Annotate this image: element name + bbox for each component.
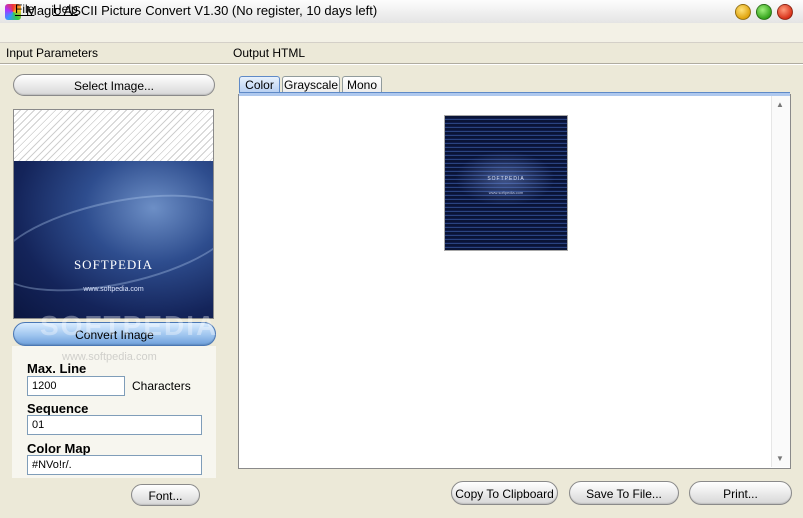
sequence-label: Sequence — [27, 401, 89, 416]
minimize-button[interactable] — [735, 4, 751, 20]
print-button[interactable]: Print... — [689, 481, 792, 505]
maximize-button[interactable] — [756, 4, 772, 20]
close-button[interactable] — [777, 4, 793, 20]
convert-image-button[interactable]: Convert Image — [13, 322, 216, 346]
tab-grayscale[interactable]: Grayscale — [282, 76, 340, 92]
menu-help[interactable]: Help — [53, 2, 78, 16]
tab-strip-border — [239, 92, 790, 96]
vertical-scrollbar[interactable] — [771, 96, 790, 467]
ascii-brand-text: SOFTPEDIA — [487, 176, 525, 182]
copy-to-clipboard-button[interactable]: Copy To Clipboard — [451, 481, 558, 505]
ascii-art-output: SOFTPEDIA www.softpedia.com — [444, 115, 568, 251]
scroll-down-arrow-icon[interactable]: ▼ — [771, 452, 789, 466]
preview-url-text: www.softpedia.com — [83, 286, 144, 293]
menu-bar — [0, 23, 803, 43]
save-to-file-button[interactable]: Save To File... — [569, 481, 679, 505]
characters-label: Characters — [132, 379, 191, 393]
color-map-label: Color Map — [27, 441, 91, 456]
max-line-input[interactable] — [27, 376, 125, 396]
preview-picture: SOFTPEDIA www.softpedia.com — [14, 161, 213, 318]
window-title: Magic ASCII Picture Convert V1.30 (No re… — [26, 3, 378, 18]
input-parameters-label: Input Parameters — [6, 46, 99, 60]
color-map-input[interactable] — [27, 455, 202, 475]
select-image-button[interactable]: Select Image... — [13, 74, 215, 96]
max-line-label: Max. Line — [27, 361, 87, 376]
preview-brand-text: SOFTPEDIA — [73, 257, 154, 272]
sequence-input[interactable] — [27, 415, 202, 435]
ascii-url-text: www.softpedia.com — [488, 190, 524, 195]
section-divider — [0, 63, 803, 65]
output-html-label: Output HTML — [233, 46, 306, 60]
menu-file[interactable]: File — [15, 2, 34, 16]
tab-mono[interactable]: Mono — [342, 76, 382, 92]
tab-color[interactable]: Color — [239, 76, 280, 92]
scroll-up-arrow-icon[interactable]: ▲ — [771, 98, 789, 112]
font-button[interactable]: Font... — [131, 484, 200, 506]
image-preview: SOFTPEDIA www.softpedia.com — [13, 109, 214, 319]
